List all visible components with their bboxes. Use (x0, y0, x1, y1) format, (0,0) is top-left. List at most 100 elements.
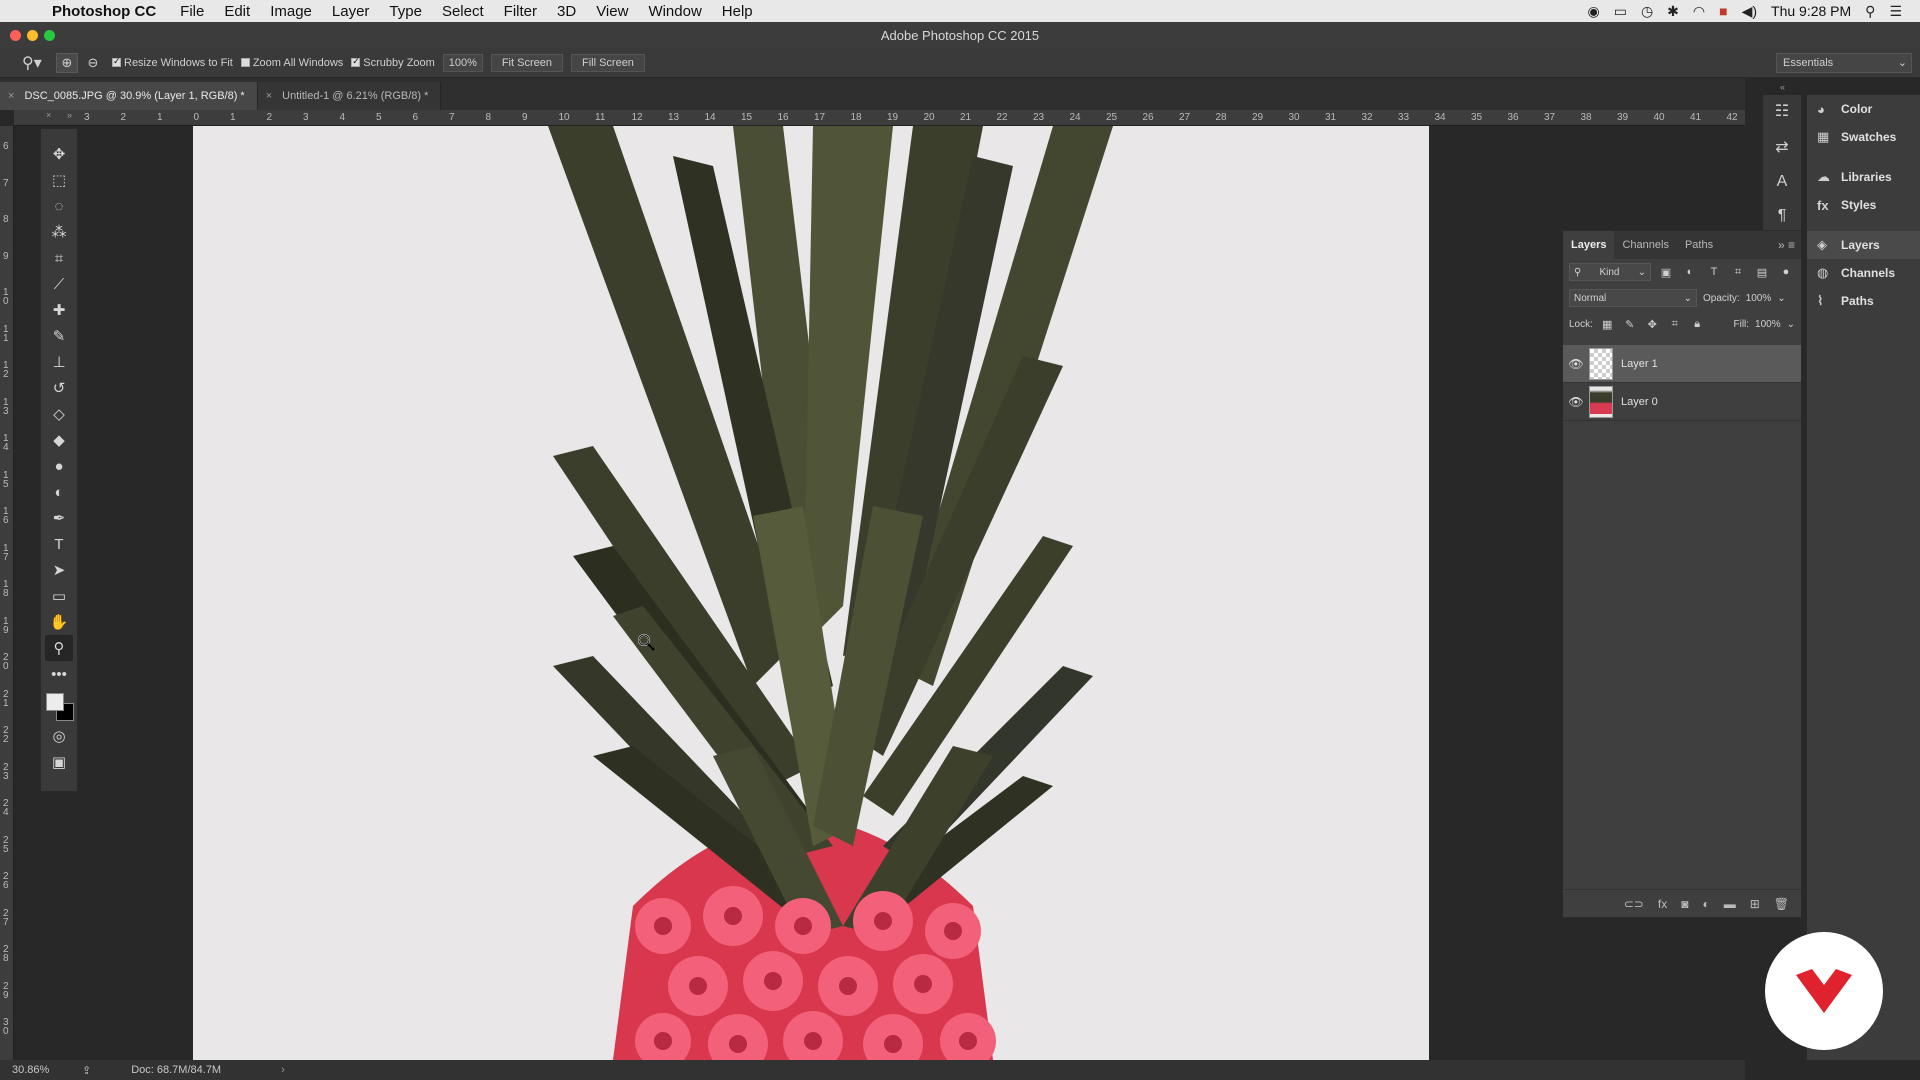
ruler-vertical[interactable]: 6 7 8 9 10 11 12 13 14 15 16 17 18 19 20 21 22 23 24 25 26 27… (0, 126, 14, 1060)
magic-wand-tool-icon[interactable]: ⁂ (45, 219, 73, 245)
zoom-all-windows-option[interactable]: Zoom All Windows (240, 57, 343, 69)
resize-windows-option[interactable]: Resize Windows to Fit (112, 56, 233, 69)
tab-untitled-1[interactable]: × Untitled-1 @ 6.21% (RGB/8) * (257, 82, 442, 110)
workspace-switcher[interactable]: Essentials ⌄ (1776, 52, 1912, 73)
move-tool-icon[interactable]: ✥ (45, 141, 73, 167)
scrubby-zoom-option[interactable]: Scrubby Zoom (351, 56, 435, 69)
layer-row-layer-0[interactable]: 👁︎ Layer 0 (1563, 383, 1801, 421)
lock-artboard-icon[interactable]: ⌗ (1666, 318, 1683, 331)
zoom-level-field[interactable]: 30.86% (12, 1064, 82, 1076)
character-panel-icon[interactable]: A (1777, 173, 1788, 191)
menu-edit[interactable]: Edit (224, 3, 250, 20)
zoom-100-button[interactable]: 100% (442, 53, 483, 72)
zoom-out-icon[interactable]: ⊖ (82, 53, 104, 73)
fill-screen-button[interactable]: Fill Screen (570, 53, 645, 72)
volume-icon[interactable]: ◀) (1742, 3, 1757, 20)
close-tab-icon[interactable]: × (8, 90, 14, 102)
wifi-icon[interactable]: ◠ (1693, 3, 1705, 20)
scrubby-zoom-checkbox[interactable] (351, 56, 361, 67)
time-machine-icon[interactable]: ◷ (1641, 3, 1653, 20)
quick-mask-icon[interactable]: ◎ (45, 723, 73, 749)
history-panel-icon[interactable]: ☷ (1775, 101, 1789, 121)
ruler-horizontal[interactable]: 3 2 1 0 1 2 3 4 5 6 7 8 9 10 11 12 13 14 15 16 17 18 19 20 21 22 2… (14, 110, 1745, 126)
app-menu[interactable]: Photoshop CC (52, 3, 156, 20)
filter-kind-select[interactable]: ⚲ Kind ⌄ (1569, 263, 1651, 281)
dodge-tool-icon[interactable]: ◐ (45, 479, 73, 505)
dock-styles[interactable]: fx Styles (1807, 191, 1920, 219)
filter-type-icon[interactable]: T (1705, 266, 1723, 278)
lasso-tool-icon[interactable]: ◌ (45, 193, 73, 219)
layer-style-icon[interactable]: fx (1658, 897, 1667, 911)
flag-icon[interactable]: ■ (1719, 3, 1727, 19)
export-icon[interactable]: ⇪ (82, 1064, 91, 1077)
dock-layers[interactable]: ◈ Layers (1807, 231, 1920, 259)
zoom-tool-preset-icon[interactable]: ⚲▾ (22, 53, 52, 73)
properties-panel-icon[interactable]: ⇄ (1775, 137, 1788, 157)
menu-file[interactable]: File (180, 3, 204, 20)
menu-image[interactable]: Image (270, 3, 312, 20)
layer-name[interactable]: Layer 1 (1621, 358, 1658, 370)
expand-toolbar-icon[interactable]: » (67, 110, 72, 122)
fit-screen-button[interactable]: Fit Screen (490, 53, 563, 72)
paragraph-panel-icon[interactable]: ¶ (1778, 207, 1787, 225)
eyedropper-tool-icon[interactable]: ⟋ (45, 271, 73, 297)
marquee-tool-icon[interactable]: ⬚ (45, 167, 73, 193)
chevron-right-icon[interactable]: › (281, 1064, 285, 1076)
zoom-tool-icon[interactable]: ⚲ (45, 635, 73, 661)
type-tool-icon[interactable]: T (45, 531, 73, 557)
dock-channels[interactable]: ◍ Channels (1807, 259, 1920, 287)
filter-pixel-icon[interactable]: ▣ (1657, 266, 1675, 279)
pen-tool-icon[interactable]: ✒ (45, 505, 73, 531)
filter-shape-icon[interactable]: ⌗ (1729, 266, 1747, 279)
collapse-panels-icon[interactable]: « (1780, 82, 1785, 92)
dock-paths[interactable]: ⌇ Paths (1807, 287, 1920, 315)
clock[interactable]: Thu 9:28 PM (1771, 3, 1851, 19)
add-mask-icon[interactable]: ◙ (1681, 897, 1688, 911)
new-group-icon[interactable]: ▬ (1724, 897, 1736, 911)
menu-3d[interactable]: 3D (557, 3, 576, 20)
filter-toggle-icon[interactable]: ● (1777, 266, 1795, 278)
canvas-workspace[interactable] (14, 126, 1745, 1060)
notification-center-icon[interactable]: ☰ (1889, 3, 1902, 20)
dock-libraries[interactable]: ☁ Libraries (1807, 163, 1920, 191)
fill-field[interactable]: 100% (1755, 319, 1781, 330)
color-swatches[interactable] (44, 691, 74, 723)
lock-image-icon[interactable]: ✎ (1621, 318, 1638, 331)
menu-layer[interactable]: Layer (332, 3, 370, 20)
document-info[interactable]: Doc: 68.7M/84.7M (131, 1064, 221, 1076)
delete-layer-icon[interactable]: 🗑︎ (1774, 897, 1789, 911)
tab-paths[interactable]: Paths (1677, 231, 1721, 259)
record-icon[interactable]: ◉ (1587, 3, 1599, 20)
brush-tool-icon[interactable]: ✎ (45, 323, 73, 349)
document-canvas[interactable] (193, 126, 1429, 1060)
toolbar-grip[interactable]: ×» (40, 110, 78, 122)
airplay-icon[interactable]: ▭ (1614, 3, 1627, 20)
foreground-color-swatch[interactable] (46, 693, 64, 711)
crop-tool-icon[interactable]: ⌗ (45, 245, 73, 271)
paint-bucket-tool-icon[interactable]: ◆ (45, 427, 73, 453)
layer-row-layer-1[interactable]: 👁︎ Layer 1 (1563, 345, 1801, 383)
hand-tool-icon[interactable]: ✋ (45, 609, 73, 635)
menu-view[interactable]: View (596, 3, 628, 20)
opacity-field[interactable]: 100% (1746, 293, 1772, 304)
new-layer-icon[interactable]: ⊞ (1750, 897, 1760, 911)
layer-name[interactable]: Layer 0 (1621, 396, 1658, 408)
blur-tool-icon[interactable]: ● (45, 453, 73, 479)
adjustment-layer-icon[interactable]: ◐ (1702, 897, 1709, 911)
dock-color[interactable]: ◕ Color (1807, 95, 1920, 123)
healing-brush-tool-icon[interactable]: ✚ (45, 297, 73, 323)
chevron-down-icon[interactable]: ⌄ (1787, 319, 1795, 330)
lock-all-icon[interactable]: 🔒︎ (1689, 318, 1706, 331)
zoom-all-windows-checkbox[interactable] (240, 58, 250, 67)
visibility-eye-icon[interactable]: 👁︎ (1563, 357, 1589, 371)
spotlight-search-icon[interactable]: ⚲ (1865, 3, 1875, 20)
panel-menu-icon[interactable]: » ≡ (1778, 238, 1795, 252)
tab-channels[interactable]: Channels (1614, 231, 1676, 259)
resize-windows-checkbox[interactable] (112, 56, 121, 67)
maximize-window-button[interactable] (44, 30, 55, 41)
screen-mode-icon[interactable]: ▣ (45, 749, 73, 775)
path-selection-tool-icon[interactable]: ➤ (45, 557, 73, 583)
minimize-window-button[interactable] (27, 30, 38, 41)
rectangle-tool-icon[interactable]: ▭ (45, 583, 73, 609)
tab-dsc0085[interactable]: × DSC_0085.JPG @ 30.9% (Layer 1, RGB/8) … (0, 82, 258, 110)
